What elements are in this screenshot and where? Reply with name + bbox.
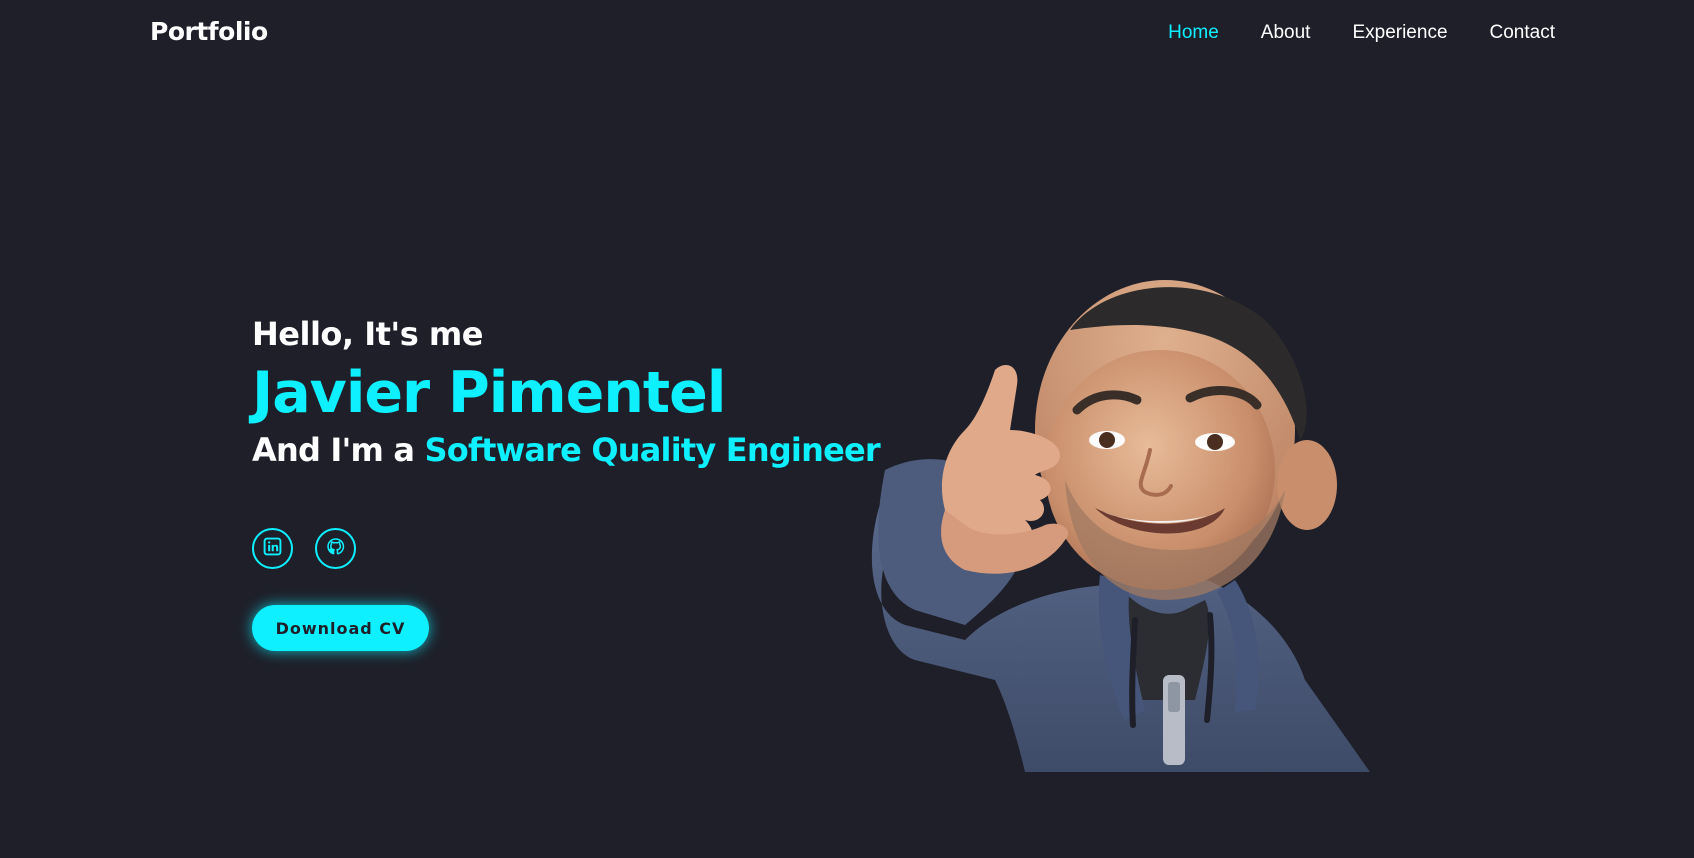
logo[interactable]: Portfolio <box>150 17 268 46</box>
nav-home[interactable]: Home <box>1168 22 1219 44</box>
role-title: Software Quality Engineer <box>424 431 881 469</box>
name-heading: Javier Pimentel <box>252 360 726 426</box>
site-header: Portfolio Home About Experience Contact <box>0 0 1694 68</box>
github-link[interactable] <box>315 528 356 569</box>
main-nav: Home About Experience Contact <box>1168 22 1555 44</box>
nav-about[interactable]: About <box>1261 22 1311 44</box>
hero-text: Hello, It's me Javier Pimentel And I'm a… <box>252 312 881 472</box>
social-links <box>252 528 356 569</box>
role-prefix: And I'm a <box>252 431 425 469</box>
avatar-illustration <box>845 280 1385 772</box>
nav-experience[interactable]: Experience <box>1352 22 1447 44</box>
role-line: And I'm a Software Quality Engineer <box>252 428 881 472</box>
github-icon <box>326 537 345 560</box>
greeting: Hello, It's me <box>252 315 483 353</box>
linkedin-icon <box>263 537 282 560</box>
linkedin-link[interactable] <box>252 528 293 569</box>
download-cv-button[interactable]: Download CV <box>252 605 429 651</box>
nav-contact[interactable]: Contact <box>1490 22 1555 44</box>
portfolio-page: Portfolio Home About Experience Contact … <box>0 0 1694 858</box>
